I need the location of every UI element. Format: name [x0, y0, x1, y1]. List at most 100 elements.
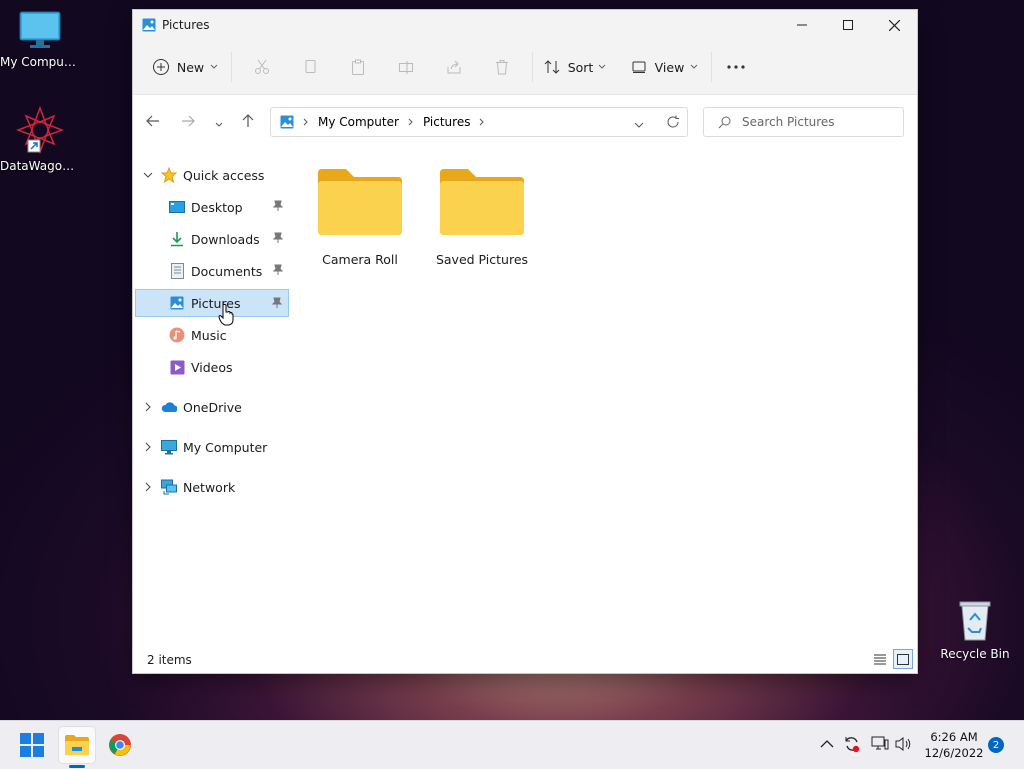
sidebar-item-my-computer[interactable]: My Computer	[135, 433, 289, 461]
desktop-icon-recycle-bin[interactable]: Recycle Bin	[935, 598, 1015, 661]
sort-label: Sort	[567, 59, 594, 75]
desktop-icon-label: Recycle Bin	[940, 647, 1010, 661]
breadcrumb-my-computer[interactable]: My Computer	[318, 115, 399, 129]
desktop-icon-label: My Computer	[0, 55, 80, 69]
share-button[interactable]	[430, 51, 478, 83]
monitor-icon	[19, 11, 61, 48]
status-bar: 2 items	[133, 647, 917, 673]
taskbar-file-explorer[interactable]	[59, 727, 95, 763]
refresh-button[interactable]	[666, 115, 680, 132]
ellipsis-icon	[727, 65, 745, 69]
desktop-icon-my-computer[interactable]: My Computer	[0, 10, 80, 69]
folder-item-camera-roll[interactable]: Camera Roll	[305, 167, 415, 267]
details-view-button[interactable]	[873, 653, 887, 668]
sidebar-item-pictures[interactable]: Pictures	[135, 289, 289, 317]
desktop-folder-icon	[169, 199, 185, 215]
view-label: View	[654, 59, 685, 75]
datawagon-app-icon	[15, 105, 65, 155]
arrow-right-icon	[182, 115, 195, 127]
monitor-icon	[161, 439, 177, 455]
close-icon	[888, 19, 900, 31]
address-history-button[interactable]	[634, 118, 644, 132]
close-button[interactable]	[871, 10, 917, 40]
pictures-icon	[280, 115, 294, 129]
new-button[interactable]: New	[145, 51, 225, 83]
start-button[interactable]	[14, 727, 50, 763]
sort-button[interactable]: Sort	[539, 51, 611, 83]
tiles-view-icon	[897, 653, 909, 665]
taskbar-chrome[interactable]	[102, 727, 138, 763]
star-icon	[161, 167, 177, 183]
toolbar-divider	[532, 52, 533, 82]
desktop-icon-datawagon[interactable]: DataWagon...	[0, 105, 80, 173]
sidebar-item-documents[interactable]: Documents	[135, 257, 289, 285]
clock[interactable]: 6:26 AM 12/6/2022	[922, 729, 986, 761]
view-button[interactable]: View	[625, 51, 705, 83]
chevron-right-icon	[145, 482, 151, 492]
sidebar-item-network[interactable]: Network	[135, 473, 289, 501]
search-icon	[718, 116, 731, 129]
rename-button[interactable]	[382, 51, 430, 83]
chrome-icon	[109, 734, 131, 756]
breadcrumb-pictures[interactable]: Pictures	[423, 115, 471, 129]
sidebar-item-videos[interactable]: Videos	[135, 353, 289, 381]
chevron-down-icon	[210, 64, 218, 69]
delete-button[interactable]	[478, 51, 526, 83]
scissors-icon	[255, 59, 269, 74]
large-icons-view-button[interactable]	[893, 649, 913, 669]
sidebar-item-onedrive[interactable]: OneDrive	[135, 393, 289, 421]
sidebar-item-label: Desktop	[191, 199, 243, 215]
sort-icon	[544, 60, 560, 74]
chevron-right-icon	[303, 118, 308, 126]
chevron-down-icon	[143, 172, 153, 178]
forward-button[interactable]	[180, 113, 196, 132]
recent-locations-button[interactable]	[215, 117, 223, 131]
sidebar-item-label: Downloads	[191, 231, 260, 247]
sidebar-item-music[interactable]: Music	[135, 321, 289, 349]
view-icon	[632, 61, 646, 73]
sidebar-item-desktop[interactable]: Desktop	[135, 193, 289, 221]
recycle-bin-icon	[959, 601, 991, 641]
sidebar-item-label: OneDrive	[183, 399, 242, 415]
toolbar-divider	[711, 52, 712, 82]
taskbar: 6:26 AM 12/6/2022 2	[0, 720, 1024, 769]
pictures-icon	[142, 18, 156, 32]
share-icon	[447, 60, 461, 74]
sync-status-icon[interactable]	[843, 735, 861, 756]
paste-button[interactable]	[334, 51, 382, 83]
arrow-up-icon	[242, 114, 254, 127]
new-label: New	[176, 59, 205, 75]
up-button[interactable]	[240, 113, 256, 132]
maximize-button[interactable]	[825, 10, 871, 40]
folder-name: Camera Roll	[322, 252, 398, 267]
minimize-button[interactable]	[779, 10, 825, 40]
sidebar-item-label: Music	[191, 327, 227, 343]
download-icon	[169, 231, 185, 247]
rename-icon	[399, 61, 413, 74]
volume-button[interactable]	[895, 736, 913, 755]
cut-button[interactable]	[238, 51, 286, 83]
chevron-down-icon	[634, 122, 644, 128]
sidebar-item-label: Documents	[191, 263, 263, 279]
search-box[interactable]	[703, 107, 904, 137]
folder-item-saved-pictures[interactable]: Saved Pictures	[427, 167, 537, 267]
folder-icon	[440, 169, 524, 235]
search-input[interactable]	[740, 114, 894, 130]
cloud-icon	[161, 399, 177, 415]
back-button[interactable]	[145, 113, 161, 132]
chevron-right-icon	[145, 402, 151, 412]
document-icon	[169, 263, 185, 279]
network-status-icon[interactable]	[871, 736, 889, 755]
sidebar-item-quick-access[interactable]: Quick access	[135, 161, 289, 189]
more-options-button[interactable]	[718, 51, 754, 83]
copy-button[interactable]	[286, 51, 334, 83]
sidebar-item-downloads[interactable]: Downloads	[135, 225, 289, 253]
show-hidden-icons-button[interactable]	[820, 737, 834, 751]
chevron-down-icon	[690, 64, 698, 69]
file-explorer-window: Pictures New Sort View My Computer Pictu…	[133, 10, 917, 673]
notification-badge[interactable]: 2	[988, 737, 1004, 753]
title-bar[interactable]: Pictures	[133, 10, 917, 40]
address-bar[interactable]: My Computer Pictures	[270, 107, 688, 137]
chevron-down-icon	[215, 122, 223, 127]
video-icon	[169, 359, 185, 375]
